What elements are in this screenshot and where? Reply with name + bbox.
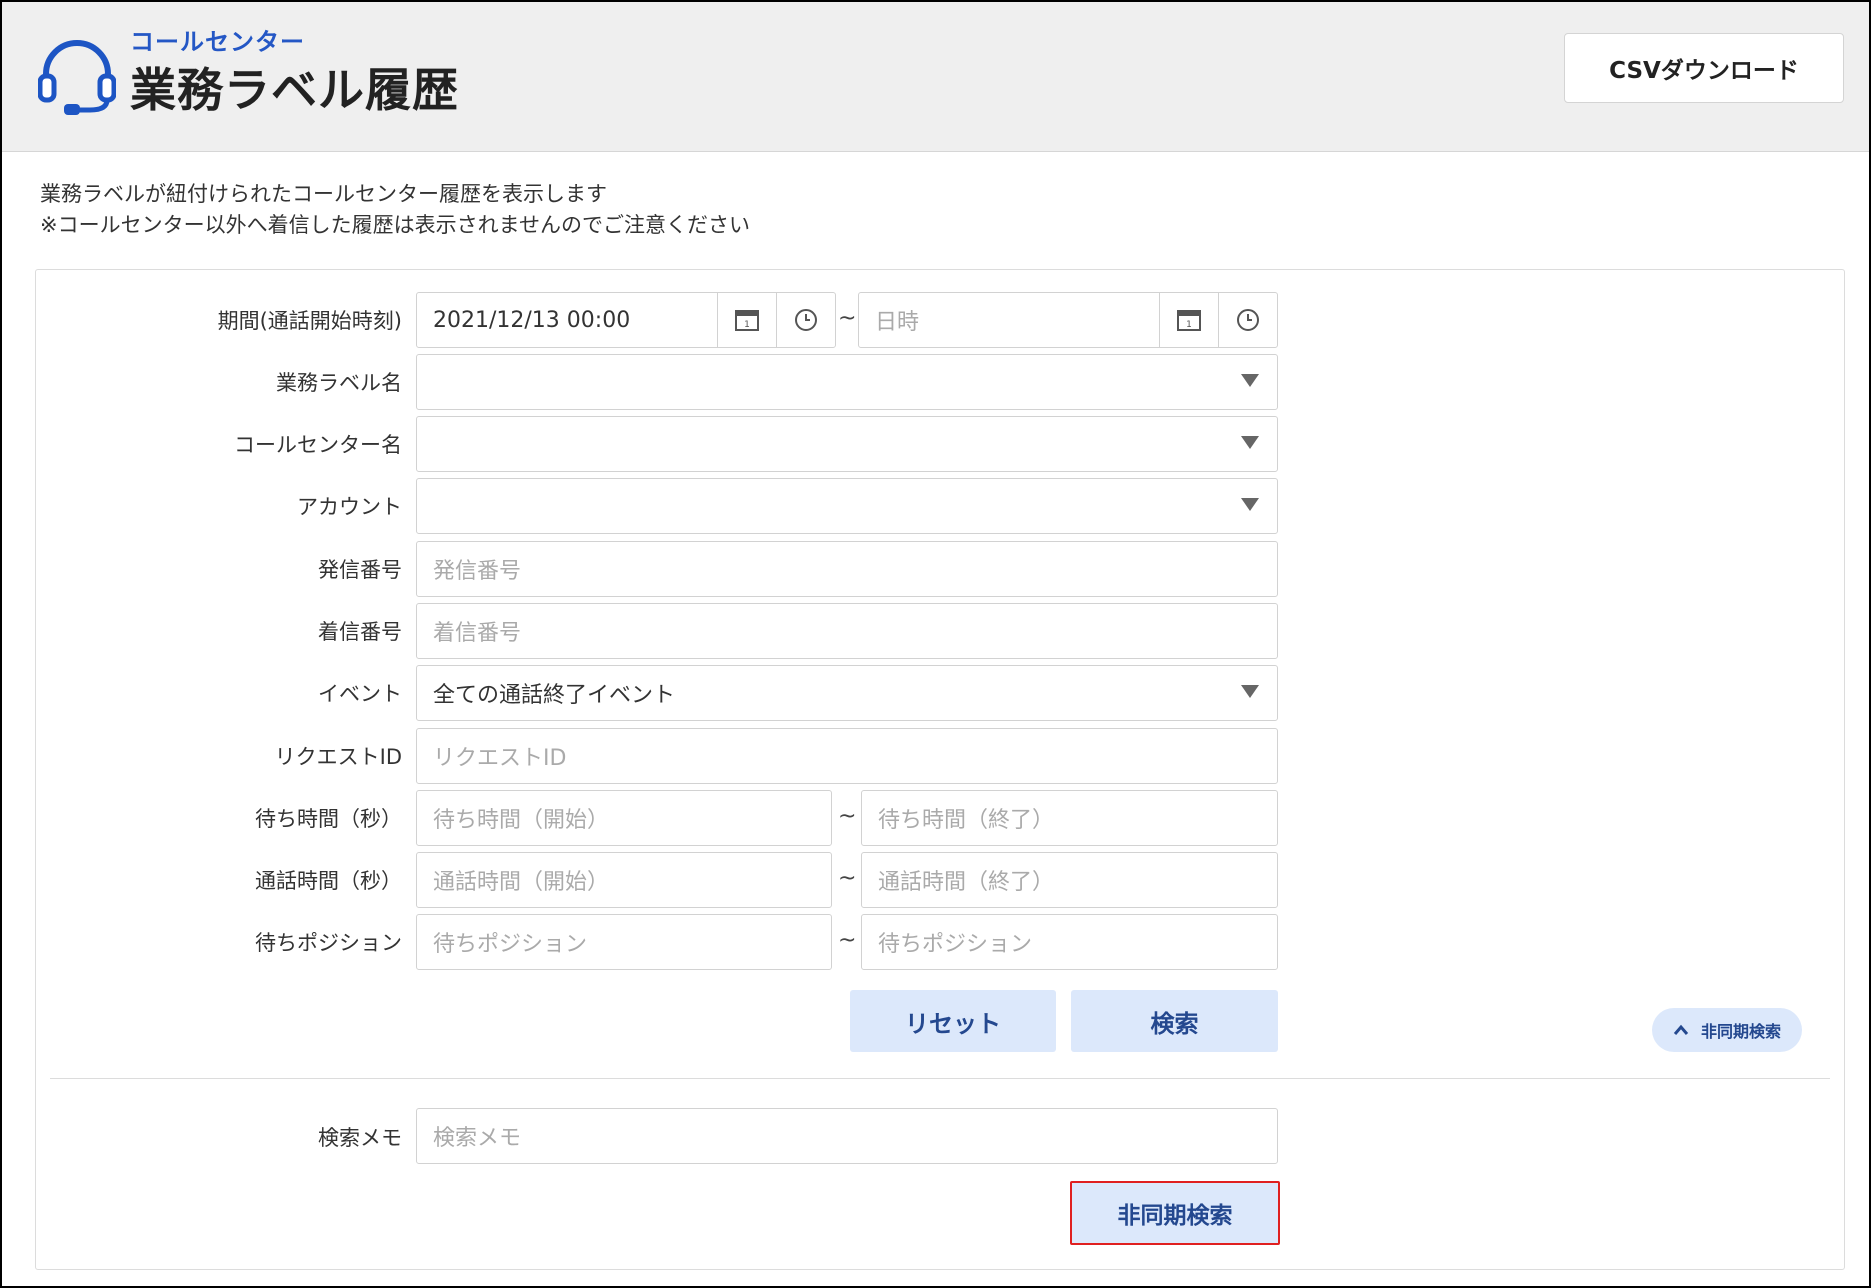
request-id-input[interactable]: リクエストID [416,728,1278,784]
calendar-icon[interactable]: 1 [1159,293,1217,347]
period-end-placeholder: 日時 [875,310,920,335]
wait-time-start-placeholder: 待ち時間（開始） [433,808,610,833]
account-select[interactable] [416,478,1278,534]
search-button[interactable]: 検索 [1071,990,1278,1052]
app-window: コールセンター 業務ラベル履歴 CSVダウンロード 業務ラベルが紐付けられたコー… [0,0,1871,1288]
wait-time-label: 待ち時間（秒） [255,807,402,831]
clock-icon[interactable] [1218,293,1276,347]
period-start-value: 2021/12/13 00:00 [433,307,631,333]
section-divider [50,1078,1830,1079]
page-header: コールセンター 業務ラベル履歴 CSVダウンロード [2,2,1869,152]
async-search-button[interactable]: 非同期検索 [1070,1181,1280,1245]
wait-time-start-input[interactable]: 待ち時間（開始） [416,790,832,846]
search-memo-input[interactable]: 検索メモ [416,1108,1278,1164]
chevron-up-icon [1673,1024,1689,1035]
search-memo-label: 検索メモ [318,1126,402,1150]
callee-number-label: 着信番号 [318,620,402,644]
talk-time-start-placeholder: 通話時間（開始） [433,870,610,895]
caller-number-input[interactable]: 発信番号 [416,541,1278,597]
talk-time-separator: ~ [838,866,857,891]
chevron-down-icon [1241,436,1259,449]
wait-time-separator: ~ [838,804,857,829]
csv-download-button[interactable]: CSVダウンロード [1564,33,1844,103]
page-title: 業務ラベル履歴 [130,63,459,117]
label-name-label: 業務ラベル名 [276,371,402,395]
talk-time-start-input[interactable]: 通話時間（開始） [416,852,832,908]
request-id-placeholder: リクエストID [433,746,567,771]
svg-text:1: 1 [1186,320,1192,330]
account-label: アカウント [297,495,402,519]
reset-button[interactable]: リセット [850,990,1056,1052]
wait-position-label: 待ちポジション [255,931,402,955]
headset-icon [38,40,116,115]
calendar-icon[interactable]: 1 [717,293,775,347]
event-value: 全ての通話終了イベント [433,683,676,708]
event-select[interactable]: 全ての通話終了イベント [416,665,1278,721]
search-memo-placeholder: 検索メモ [433,1126,522,1151]
wait-position-start-input[interactable]: 待ちポジション [416,914,832,970]
chevron-down-icon [1241,498,1259,511]
period-end-field[interactable]: 日時 1 [858,292,1278,348]
wait-time-end-placeholder: 待ち時間（終了） [878,808,1055,833]
chevron-down-icon [1241,685,1259,698]
wait-time-end-input[interactable]: 待ち時間（終了） [861,790,1278,846]
page-subtitle: コールセンター [130,28,305,56]
period-start-field[interactable]: 2021/12/13 00:00 1 [416,292,836,348]
request-id-label: リクエストID [274,745,402,769]
async-search-toggle-label: 非同期検索 [1700,1022,1781,1041]
clock-icon[interactable] [776,293,834,347]
label-name-select[interactable] [416,354,1278,410]
callee-number-input[interactable]: 着信番号 [416,603,1278,659]
description-line-1: 業務ラベルが紐付けられたコールセンター履歴を表示します [40,182,607,206]
svg-text:1: 1 [744,320,750,330]
wait-position-separator: ~ [838,928,857,953]
caller-number-placeholder: 発信番号 [433,559,522,584]
wait-position-start-placeholder: 待ちポジション [433,932,588,957]
wait-position-end-placeholder: 待ちポジション [878,932,1033,957]
period-separator: ~ [838,306,857,331]
talk-time-end-input[interactable]: 通話時間（終了） [861,852,1278,908]
callcenter-name-label: コールセンター名 [234,433,402,457]
talk-time-end-placeholder: 通話時間（終了） [878,870,1055,895]
async-search-toggle[interactable]: 非同期検索 [1652,1008,1802,1052]
chevron-down-icon [1241,374,1259,387]
period-label: 期間(通話開始時刻) [217,309,402,333]
talk-time-label: 通話時間（秒） [255,869,402,893]
callee-number-placeholder: 着信番号 [433,621,522,646]
callcenter-name-select[interactable] [416,416,1278,472]
wait-position-end-input[interactable]: 待ちポジション [861,914,1278,970]
caller-number-label: 発信番号 [318,558,402,582]
event-label: イベント [318,682,402,706]
description-line-2: ※コールセンター以外へ着信した履歴は表示されませんのでご注意ください [40,213,750,237]
